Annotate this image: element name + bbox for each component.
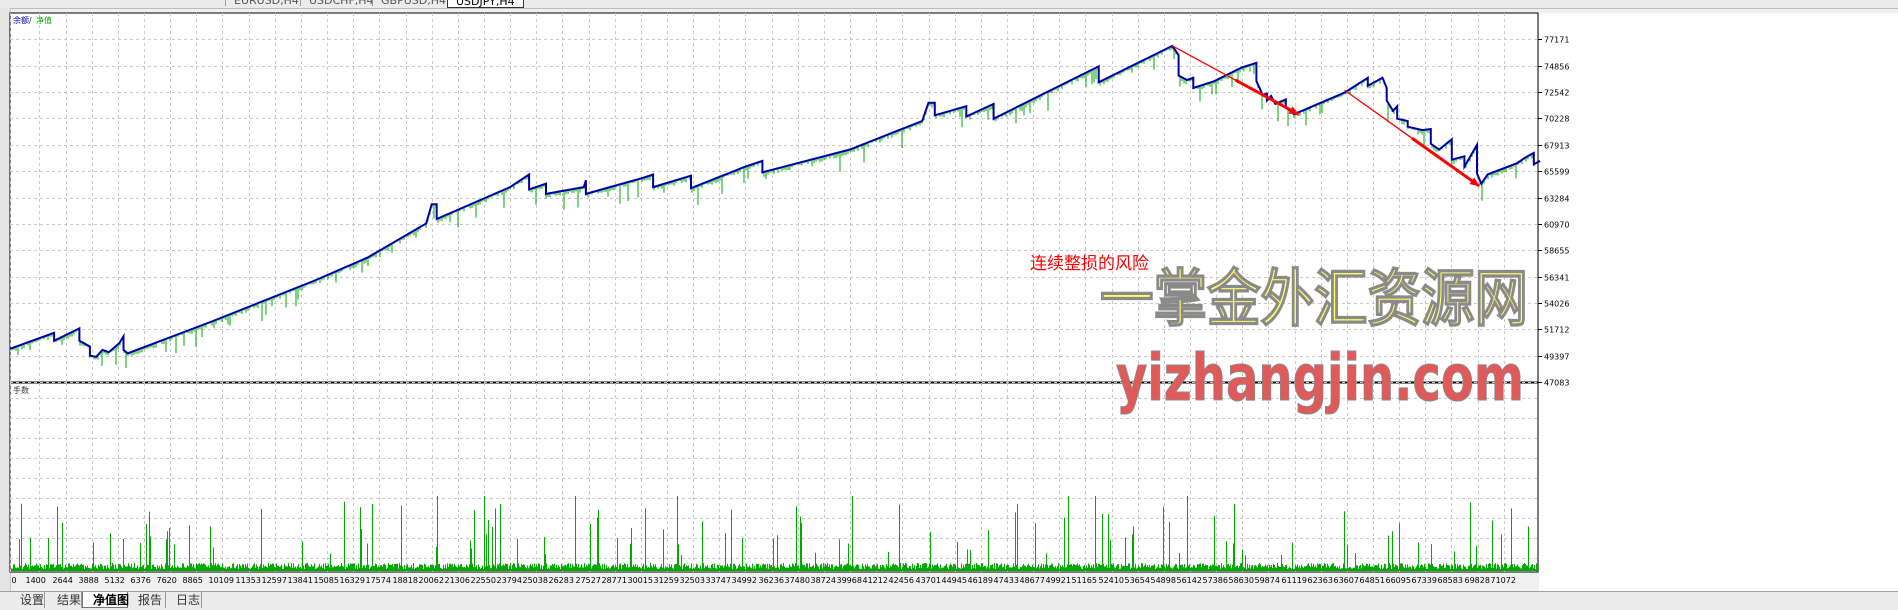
x-tick-label: 71072 [1491,576,1516,585]
x-tick-label: 39968 [837,576,862,585]
x-tick-label: 0 [12,576,17,585]
x-tick-label: 12597 [262,576,287,585]
x-tick-label: 18818 [393,576,418,585]
y-tick-label: 74856 [1544,63,1569,72]
x-tick-label: 20062 [419,576,444,585]
x-tick-label: 11353 [236,576,261,585]
y-tick-label: 63284 [1544,195,1569,204]
x-tick-label: 26283 [549,576,574,585]
y-tick-label: 54026 [1544,300,1569,309]
x-tick-label: 6376 [131,576,151,585]
x-tick-label: 15085 [314,576,339,585]
y-tick-label: 51712 [1544,326,1569,335]
x-tick-label: 3888 [79,576,99,585]
y-tick-label: 72542 [1544,89,1569,98]
y-tick-label: 77171 [1544,36,1569,45]
x-tick-label: 21306 [445,576,470,585]
x-tick-label: 64851 [1360,576,1385,585]
watermark-url: yizhangjin.com [1116,342,1524,416]
x-tick-label: 46189 [968,576,993,585]
bottom-tab-bar: 设置 结果 净值图 报告 日志 [0,591,1898,610]
x-tick-label: 17574 [366,576,391,585]
x-tick-label: 16329 [340,576,365,585]
watermark-chinese: 一掌金外汇资源网 [1100,262,1528,335]
x-tick-label: 2644 [53,576,73,585]
bottom-tab-2[interactable]: 净值图 [82,592,129,608]
x-tick-label: 13841 [288,576,313,585]
legend-balance-label: 余额 [13,15,29,25]
bottom-tab-0[interactable]: 设置 [10,592,45,608]
x-tick-label: 52410 [1099,576,1124,585]
x-tick-label: 27527 [576,576,601,585]
y-tick-label: 60970 [1544,221,1569,230]
x-tick-label: 22550 [471,576,496,585]
x-tick-label: 54898 [1151,576,1176,585]
x-tick-label: 34992 [732,576,757,585]
x-tick-label: 10109 [209,576,234,585]
x-tick-label: 57386 [1203,576,1228,585]
price-scale-area [1539,13,1898,591]
x-tick-label: 37480 [785,576,810,585]
equity-chart: 77171 74856 72542 70228 67913 65599 63284 60970… [9,12,1898,591]
x-tick-label: 67339 [1412,576,1437,585]
x-tick-label: 42456 [889,576,914,585]
x-tick-label: 69828 [1465,576,1490,585]
x-tick-label: 58630 [1229,576,1254,585]
x-tick-label: 53654 [1125,576,1150,585]
x-tick-label: 5132 [105,576,125,585]
x-tick-label: 66095 [1386,576,1411,585]
legend-equity-label: 净值 [36,15,52,25]
y-tick-label: 56341 [1544,274,1569,283]
x-tick-label: 8865 [183,576,203,585]
x-tick-label: 30015 [628,576,653,585]
x-tick-label: 63607 [1334,576,1359,585]
x-tick-label: 61119 [1282,576,1307,585]
x-tick-label: 7620 [157,576,177,585]
y-tick-label: 65599 [1544,168,1569,177]
y-tick-label: 67913 [1544,142,1569,151]
x-tick-label: 51165 [1072,576,1097,585]
bottom-tab-1[interactable]: 结果 [47,592,82,608]
x-tick-label: 49921 [1046,576,1071,585]
x-tick-label: 1400 [26,576,46,585]
volume-pane-label: 手数 [13,385,29,395]
x-axis: 0 1400 2644 3888 5132 6376 7620 8865 10109 11353 1… [12,576,1516,585]
bottom-tab-4[interactable]: 日志 [166,592,202,608]
x-tick-label: 43701 [916,576,941,585]
x-tick-label: 25038 [523,576,548,585]
x-tick-label: 47433 [994,576,1019,585]
x-tick-label: 38724 [811,576,836,585]
x-tick-label: 23794 [497,576,522,585]
x-tick-label: 31259 [654,576,679,585]
bottom-tab-3[interactable]: 报告 [128,592,166,608]
x-tick-label: 33747 [706,576,731,585]
x-tick-label: 32503 [680,576,705,585]
x-tick-label: 68583 [1438,576,1463,585]
y-tick-label: 47083 [1544,379,1569,388]
y-tick-label: 58655 [1544,247,1569,256]
x-tick-label: 36236 [759,576,784,585]
x-tick-label: 44945 [942,576,967,585]
x-tick-label: 62363 [1308,576,1333,585]
y-tick-label: 49397 [1544,353,1569,362]
x-tick-label: 48677 [1020,576,1045,585]
legend-separator: / [29,16,32,25]
x-tick-label: 41212 [863,576,888,585]
x-tick-label: 56142 [1177,576,1202,585]
x-tick-label: 28771 [602,576,627,585]
x-tick-label: 59874 [1255,576,1280,585]
y-tick-label: 70228 [1544,115,1569,124]
